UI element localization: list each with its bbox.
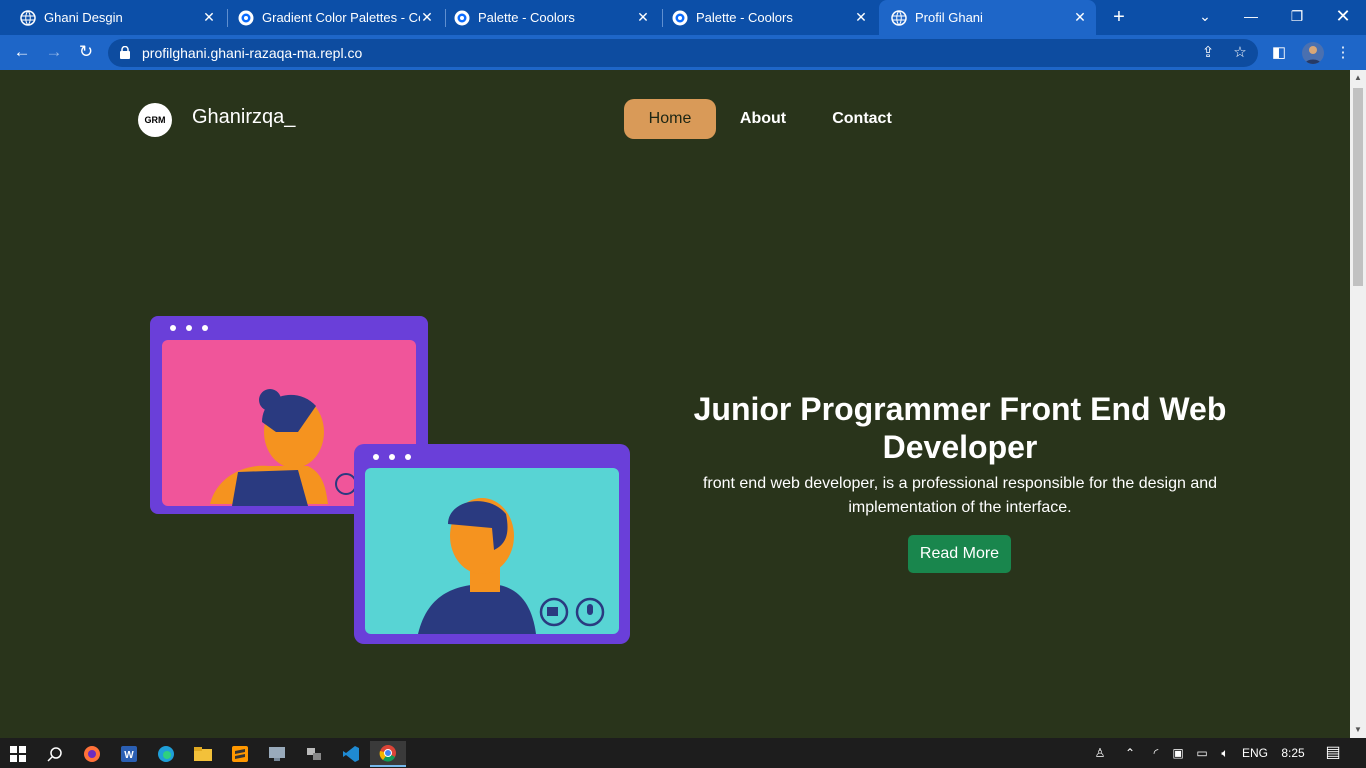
remote-desktop-icon[interactable]: [259, 741, 295, 767]
edge-icon[interactable]: [148, 741, 184, 767]
globe-icon: [891, 9, 907, 26]
sublime-text-icon[interactable]: [222, 741, 258, 767]
forward-button[interactable]: →: [42, 41, 66, 65]
firefox-icon[interactable]: [74, 741, 110, 767]
scroll-up-arrow-icon[interactable]: ▲: [1350, 70, 1366, 86]
browser-toolbar: ← → ↻ profilghani.ghani-razaqa-ma.repl.c…: [0, 35, 1366, 70]
video-call-illustration: [150, 316, 630, 644]
tray-chevron-up-icon[interactable]: ⌃: [1120, 738, 1140, 768]
volume-icon[interactable]: 🔈︎: [1215, 738, 1235, 768]
brand-name[interactable]: Ghanirzqa_: [192, 106, 295, 129]
avatar-icon: [1305, 46, 1321, 64]
language-indicator[interactable]: ENG: [1238, 738, 1272, 768]
windows-taskbar: W ♙ ⌃ ◜ ▣ ▭ 🔈︎ ENG 8:25 ▤: [0, 738, 1366, 768]
wifi-icon[interactable]: ◜: [1146, 738, 1166, 768]
word-icon[interactable]: W: [111, 741, 147, 767]
device-icon[interactable]: ▣: [1168, 738, 1188, 768]
webpage: GRM Ghanirzqa_ Home About Contact Junior…: [0, 70, 1350, 738]
close-tab-icon[interactable]: ✕: [853, 9, 869, 25]
search-icon[interactable]: [37, 741, 73, 767]
menu-kebab-icon[interactable]: ⋮: [1333, 43, 1353, 63]
tab-3[interactable]: Palette - Coolors ✕: [434, 0, 659, 35]
battery-icon[interactable]: ▭: [1192, 738, 1212, 768]
side-panel-icon[interactable]: ◧: [1269, 43, 1289, 63]
tab-strip: Ghani Desgin ✕ Gradient Color Palettes -…: [0, 0, 1366, 35]
tab-title: Palette - Coolors: [696, 10, 793, 25]
coolors-icon: [238, 10, 254, 25]
profile-avatar[interactable]: [1302, 42, 1324, 64]
tab-search-chevron-icon[interactable]: ⌄: [1182, 0, 1228, 35]
close-tab-icon[interactable]: ✕: [201, 9, 217, 25]
read-more-button[interactable]: Read More: [908, 535, 1011, 573]
clock[interactable]: 8:25: [1276, 738, 1310, 768]
nav-contact[interactable]: Contact: [822, 99, 902, 139]
tab-2[interactable]: Gradient Color Palettes - Coolors ✕: [218, 0, 443, 35]
scroll-down-arrow-icon[interactable]: ▼: [1350, 722, 1366, 738]
tab-title: Profil Ghani: [915, 10, 983, 25]
hero-subtitle: front end web developer, is a profession…: [702, 475, 1218, 516]
file-explorer-icon[interactable]: [185, 741, 221, 767]
minimize-button[interactable]: —: [1228, 0, 1274, 35]
new-tab-button[interactable]: +: [1108, 6, 1130, 28]
people-icon[interactable]: ♙: [1090, 738, 1110, 768]
network-tool-icon[interactable]: [296, 741, 332, 767]
restore-button[interactable]: ❐: [1274, 0, 1320, 35]
scrollbar-thumb[interactable]: [1353, 88, 1363, 286]
globe-icon: [20, 9, 36, 26]
share-icon[interactable]: ⇪: [1198, 43, 1218, 63]
svg-text:W: W: [124, 750, 134, 761]
nav-about[interactable]: About: [726, 99, 800, 139]
url-text: profilghani.ghani-razaqa-ma.repl.co: [142, 45, 363, 61]
tab-title: Gradient Color Palettes - Coolors: [262, 10, 420, 25]
start-icon[interactable]: [0, 741, 36, 767]
hero-title: Junior Programmer Front End Web Develope…: [693, 391, 1227, 465]
site-logo[interactable]: GRM: [138, 103, 172, 137]
tab-5-active[interactable]: Profil Ghani ✕: [879, 0, 1096, 35]
notifications-icon[interactable]: ▤: [1320, 738, 1346, 768]
bookmark-star-icon[interactable]: ☆: [1230, 43, 1250, 63]
coolors-icon: [672, 10, 688, 25]
coolors-icon: [454, 10, 470, 25]
back-button[interactable]: ←: [10, 41, 34, 65]
nav-home[interactable]: Home: [624, 99, 716, 139]
tab-1[interactable]: Ghani Desgin ✕: [0, 0, 225, 35]
chrome-icon[interactable]: [370, 741, 406, 767]
tab-title: Ghani Desgin: [44, 10, 123, 25]
tab-4[interactable]: Palette - Coolors ✕: [652, 0, 877, 35]
close-tab-icon[interactable]: ✕: [1072, 9, 1088, 25]
tab-title: Palette - Coolors: [478, 10, 575, 25]
vertical-scrollbar[interactable]: ▲ ▼: [1350, 70, 1366, 738]
reload-button[interactable]: ↻: [74, 41, 98, 65]
address-bar[interactable]: profilghani.ghani-razaqa-ma.repl.co: [108, 39, 1258, 67]
close-window-button[interactable]: ✕: [1320, 0, 1366, 35]
vscode-icon[interactable]: [333, 741, 369, 767]
close-tab-icon[interactable]: ✕: [635, 9, 651, 25]
close-tab-icon[interactable]: ✕: [419, 9, 435, 25]
lock-icon: [120, 46, 130, 59]
